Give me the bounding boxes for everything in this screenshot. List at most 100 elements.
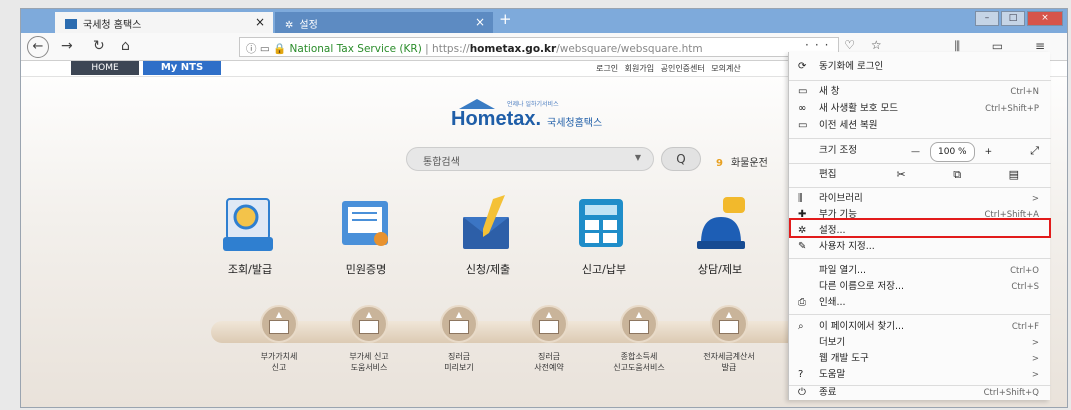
quick-link[interactable]: 9 화물운전 — [716, 154, 768, 169]
menu-print[interactable]: ⎙ 인쇄... — [789, 294, 1051, 312]
icon-label: 조회/발급 — [227, 263, 273, 276]
calculator-icon[interactable] — [573, 193, 631, 255]
menu-separator — [789, 163, 1051, 164]
settings-highlight-box — [789, 218, 1051, 238]
search-input[interactable]: 통합검색 ▼ — [406, 147, 654, 171]
home-tab[interactable]: HOME — [71, 61, 139, 75]
logo-korean: 국세청홈택스 — [547, 118, 603, 129]
search-button[interactable]: Q — [661, 147, 701, 171]
service-label: 부가세 신고 도움서비스 — [349, 352, 389, 372]
new-tab-button[interactable]: + — [499, 10, 512, 28]
menu-label: 웹 개발 도구 — [819, 353, 869, 364]
url-path: /websquare/websquare.htm — [556, 43, 703, 55]
vat-report-icon[interactable]: ▲ — [260, 305, 298, 343]
back-button[interactable]: ← — [27, 36, 49, 58]
page-actions-icons[interactable]: ··· ♡ ☆ — [805, 38, 888, 52]
refund-reserve-icon[interactable]: ▲ — [530, 305, 568, 343]
dropdown-arrow-icon[interactable]: ▼ — [635, 153, 641, 162]
arrow-up-icon: ▲ — [455, 310, 463, 319]
menu-label: 새 사생활 보호 모드 — [819, 103, 898, 114]
menu-quit[interactable]: ⏻ 종료 Ctrl+Shift+Q — [789, 387, 1051, 400]
quick-link-number: 9 — [716, 158, 723, 169]
icon-label: 신청/제출 — [465, 263, 511, 276]
refund-preview-icon[interactable]: ▲ — [440, 305, 478, 343]
tab-close-icon[interactable]: × — [475, 15, 485, 29]
mynts-tab[interactable]: My NTS — [143, 61, 221, 75]
logo-tagline: 언제나 일하기서비스 — [507, 101, 559, 108]
brush-icon: ✎ — [798, 241, 807, 252]
menu-label: 이 페이지에서 찾기... — [819, 321, 905, 332]
certificate-icon[interactable] — [337, 193, 395, 255]
service-label: 징러금 사전예약 — [534, 352, 564, 372]
arrow-up-icon: ▲ — [275, 310, 283, 319]
menu-label: 라이브러리 — [819, 193, 863, 204]
logo-text: Hometax. — [451, 108, 542, 130]
tab-hometax[interactable]: 국세청 홈택스 × — [55, 12, 273, 33]
menu-separator — [789, 138, 1051, 139]
maximize-button[interactable]: □ — [1001, 11, 1025, 26]
tab-settings[interactable]: ✲ 설정 × — [275, 12, 493, 33]
restore-icon: ▭ — [798, 120, 808, 131]
edit-icons[interactable]: ✂ ⧉ ▤ — [897, 166, 1041, 184]
icon-label: 민원증명 — [345, 263, 387, 276]
mask-icon: ∞ — [798, 103, 807, 114]
menu-label: 다른 이름으로 저장... — [819, 281, 905, 292]
minimize-button[interactable]: – — [975, 11, 999, 26]
menu-label: 크기 조정 — [819, 145, 857, 156]
menu-restore[interactable]: ▭ 이전 세션 복원 — [789, 117, 1051, 135]
help-icon: ? — [798, 369, 804, 380]
forward-button[interactable]: → — [61, 38, 73, 54]
arrow-up-icon: ▲ — [365, 310, 373, 319]
menu-label: 사용자 지정... — [819, 241, 875, 252]
consulting-icon[interactable] — [691, 193, 749, 255]
service-label: 징러금 미리보기 — [444, 352, 474, 372]
menu-label: 이전 세션 복원 — [819, 120, 878, 131]
menu-label: 동기화에 로그인 — [819, 61, 884, 72]
menu-separator — [789, 385, 1051, 386]
site-identity: National Tax Service (KR) — [289, 43, 422, 55]
tab-close-icon[interactable]: × — [255, 15, 265, 29]
menu-new-window[interactable]: ▭ 새 창 Ctrl+N — [789, 83, 1051, 101]
e-invoice-icon[interactable]: ▲ — [710, 305, 748, 343]
tab-bar: 국세청 홈택스 × ✲ 설정 × + – □ × — [21, 9, 1067, 33]
menu-separator — [789, 80, 1051, 81]
top-links[interactable]: 로그인 회원가입 공인인증센터 모의계산 — [596, 63, 741, 74]
service-label: 종합소득세 신고도움서비스 — [613, 352, 665, 372]
doc-icon — [359, 320, 379, 334]
hometax-logo[interactable]: 언제나 일하기서비스 Hometax. 국세청홈택스 — [451, 99, 651, 139]
icon-label: 신고/납부 — [581, 263, 627, 276]
menu-sync[interactable]: ⟳ 동기화에 로그인 — [789, 58, 1051, 76]
address-bar[interactable]: ⓘ ▭ 🔒 National Tax Service (KR) | https:… — [239, 37, 839, 57]
zoom-out-button[interactable]: — — [911, 147, 920, 157]
zoom-reset-button[interactable]: 100 % — [930, 142, 975, 162]
fullscreen-button[interactable]: ⤢ — [1030, 142, 1039, 160]
url-prefix: https:// — [432, 43, 470, 55]
reload-button[interactable]: ↻ — [93, 38, 105, 54]
menu-customize[interactable]: ✎ 사용자 지정... — [789, 238, 1051, 256]
menu-label: 종료 — [819, 387, 837, 398]
zoom-in-button[interactable]: + — [985, 147, 993, 157]
menu-label: 인쇄... — [819, 297, 846, 308]
close-window-button[interactable]: × — [1027, 11, 1063, 26]
menu-label: 도움말 — [819, 369, 846, 380]
icon-label: 상담/제보 — [697, 263, 743, 276]
menu-label: 새 창 — [819, 86, 840, 97]
menu-label: 파일 열기... — [819, 265, 867, 276]
menu-shortcut: Ctrl+Shift+Q — [983, 388, 1039, 398]
income-tax-help-icon[interactable]: ▲ — [620, 305, 658, 343]
lookup-icon[interactable] — [219, 193, 277, 255]
window-icon: ▭ — [798, 86, 808, 97]
menu-separator — [789, 258, 1051, 259]
home-button[interactable]: ⌂ — [121, 38, 130, 54]
service-label: 부가가치세 신고 — [260, 352, 298, 372]
tab-label: 국세청 홈택스 — [83, 20, 142, 31]
menu-shortcut: Ctrl+N — [1010, 87, 1039, 97]
doc-icon — [629, 320, 649, 334]
url-domain: hometax.go.kr — [469, 43, 557, 55]
submenu-arrow-icon: > — [1031, 370, 1039, 380]
menu-private[interactable]: ∞ 새 사생활 보호 모드 Ctrl+Shift+P — [789, 100, 1051, 118]
application-icon[interactable] — [459, 193, 517, 255]
vat-help-icon[interactable]: ▲ — [350, 305, 388, 343]
arrow-up-icon: ▲ — [635, 310, 643, 319]
menu-help[interactable]: ? 도움말 > — [789, 366, 1051, 384]
